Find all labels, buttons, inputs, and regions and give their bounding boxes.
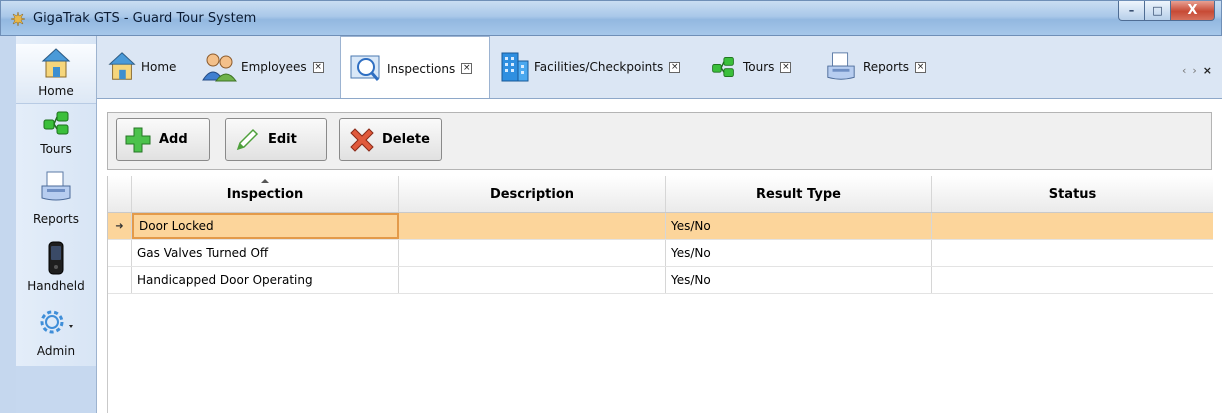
cell-status[interactable] [932,267,1213,293]
pencil-icon [236,128,259,150]
nav-admin[interactable]: Admin [16,304,96,366]
cell-inspection[interactable]: Handicapped Door Operating [132,267,399,293]
tab-reports-label: Reports [863,60,910,74]
current-row-indicator-icon: ➜ [108,213,132,239]
left-nav-edge [0,36,16,413]
tab-employees-close-button[interactable]: × [312,61,324,73]
nav-empty-area [16,366,96,413]
column-header-status[interactable]: Status [932,176,1213,212]
row-selector[interactable] [108,267,132,293]
row-selector[interactable] [108,240,132,266]
title-bar[interactable]: GigaTrak GTS - Guard Tour System – □ X [0,0,1222,36]
tab-scroll-right-button[interactable]: › [1192,64,1202,77]
table-row[interactable]: Gas Valves Turned Off Yes/No [108,240,1213,267]
column-header-description-label: Description [489,186,575,202]
table-row[interactable]: Handicapped Door Operating Yes/No [108,267,1213,294]
cell-description[interactable] [399,213,666,239]
cell-description[interactable] [399,267,666,293]
nav-home[interactable]: Home [16,44,96,104]
column-header-result-type-label: Result Type [756,186,841,202]
cell-inspection[interactable]: Door Locked [132,213,399,239]
delete-x-icon [350,127,374,152]
cell-status[interactable] [932,240,1213,266]
nav-handheld[interactable]: Handheld [16,240,96,298]
tab-employees[interactable]: Employees × [201,36,324,98]
nav-tours-label: Tours [40,142,72,156]
nav-home-label: Home [38,84,74,98]
column-header-inspection-label: Inspection [226,186,304,202]
tab-home[interactable]: Home [107,36,176,98]
home-icon [41,48,71,78]
tours-icon [712,57,734,77]
tab-home-label: Home [141,60,177,74]
nav-tours[interactable]: Tours [16,108,96,164]
plus-icon [125,127,151,152]
cell-result-type[interactable]: Yes/No [666,213,932,239]
cell-inspection[interactable]: Gas Valves Turned Off [132,240,399,266]
tab-scroll-left-button[interactable]: ‹ [1182,64,1192,77]
edit-button[interactable]: Edit [225,118,327,161]
cell-result-type[interactable]: Yes/No [666,240,932,266]
tab-employees-label: Employees [241,60,307,74]
row-selector-header [108,176,132,212]
toolbar: Add Edit Delete [107,112,1212,170]
tab-facilities-close-button[interactable]: × [669,61,681,73]
tab-inspections[interactable]: Inspections × [340,36,490,100]
nav-reports[interactable]: Reports [16,170,96,232]
inspections-grid: Inspection Description Result Type Statu… [107,176,1213,413]
handheld-icon [48,241,64,275]
minimize-button[interactable]: – [1118,1,1145,21]
column-header-description[interactable]: Description [399,176,666,212]
tab-navigation: ‹›× [1182,64,1218,77]
sort-ascending-icon [261,179,269,183]
app-icon [10,11,26,27]
tab-tours-label: Tours [743,60,775,74]
grid-header: Inspection Description Result Type Statu… [108,176,1213,213]
nav-admin-label: Admin [36,344,76,358]
tab-tours[interactable]: Tours × [707,36,792,98]
column-header-status-label: Status [1048,186,1097,202]
tours-icon [43,111,69,135]
tab-inspections-label: Inspections [387,61,456,76]
tab-inspections-close-button[interactable]: × [461,63,473,74]
employees-icon [202,53,237,82]
tab-facilities-checkpoints[interactable]: Facilities/Checkpoints × [500,36,681,98]
delete-button-label: Delete [382,132,430,147]
tab-tours-close-button[interactable]: × [780,61,792,73]
table-row[interactable]: ➜ Door Locked Yes/No [108,213,1213,240]
reports-icon [41,171,71,201]
tab-facilities-label: Facilities/Checkpoints [534,60,664,74]
inspections-icon [350,55,380,81]
gear-icon [40,310,73,334]
nav-reports-label: Reports [32,212,80,226]
cell-description[interactable] [399,240,666,266]
tab-reports[interactable]: Reports × [823,36,927,98]
nav-handheld-label: Handheld [27,279,85,293]
add-button-label: Add [159,132,188,147]
reports-icon [827,52,855,80]
close-window-button[interactable]: X [1171,1,1215,21]
edit-button-label: Edit [268,132,297,147]
column-header-inspection[interactable]: Inspection [132,176,399,212]
building-icon [501,52,529,82]
tab-strip: Home Employees × Inspections × Facilitie… [97,36,1222,100]
delete-button[interactable]: Delete [339,118,442,161]
column-header-result-type[interactable]: Result Type [666,176,932,212]
maximize-button[interactable]: □ [1145,1,1171,21]
close-all-tabs-button[interactable]: × [1203,64,1218,77]
add-button[interactable]: Add [116,118,210,161]
inspections-panel: Add Edit Delete Inspection Description R… [97,98,1222,413]
tab-reports-close-button[interactable]: × [915,61,927,73]
window-title: GigaTrak GTS - Guard Tour System [33,11,257,26]
cell-result-type[interactable]: Yes/No [666,267,932,293]
home-icon [108,52,136,80]
cell-status[interactable] [932,213,1213,239]
